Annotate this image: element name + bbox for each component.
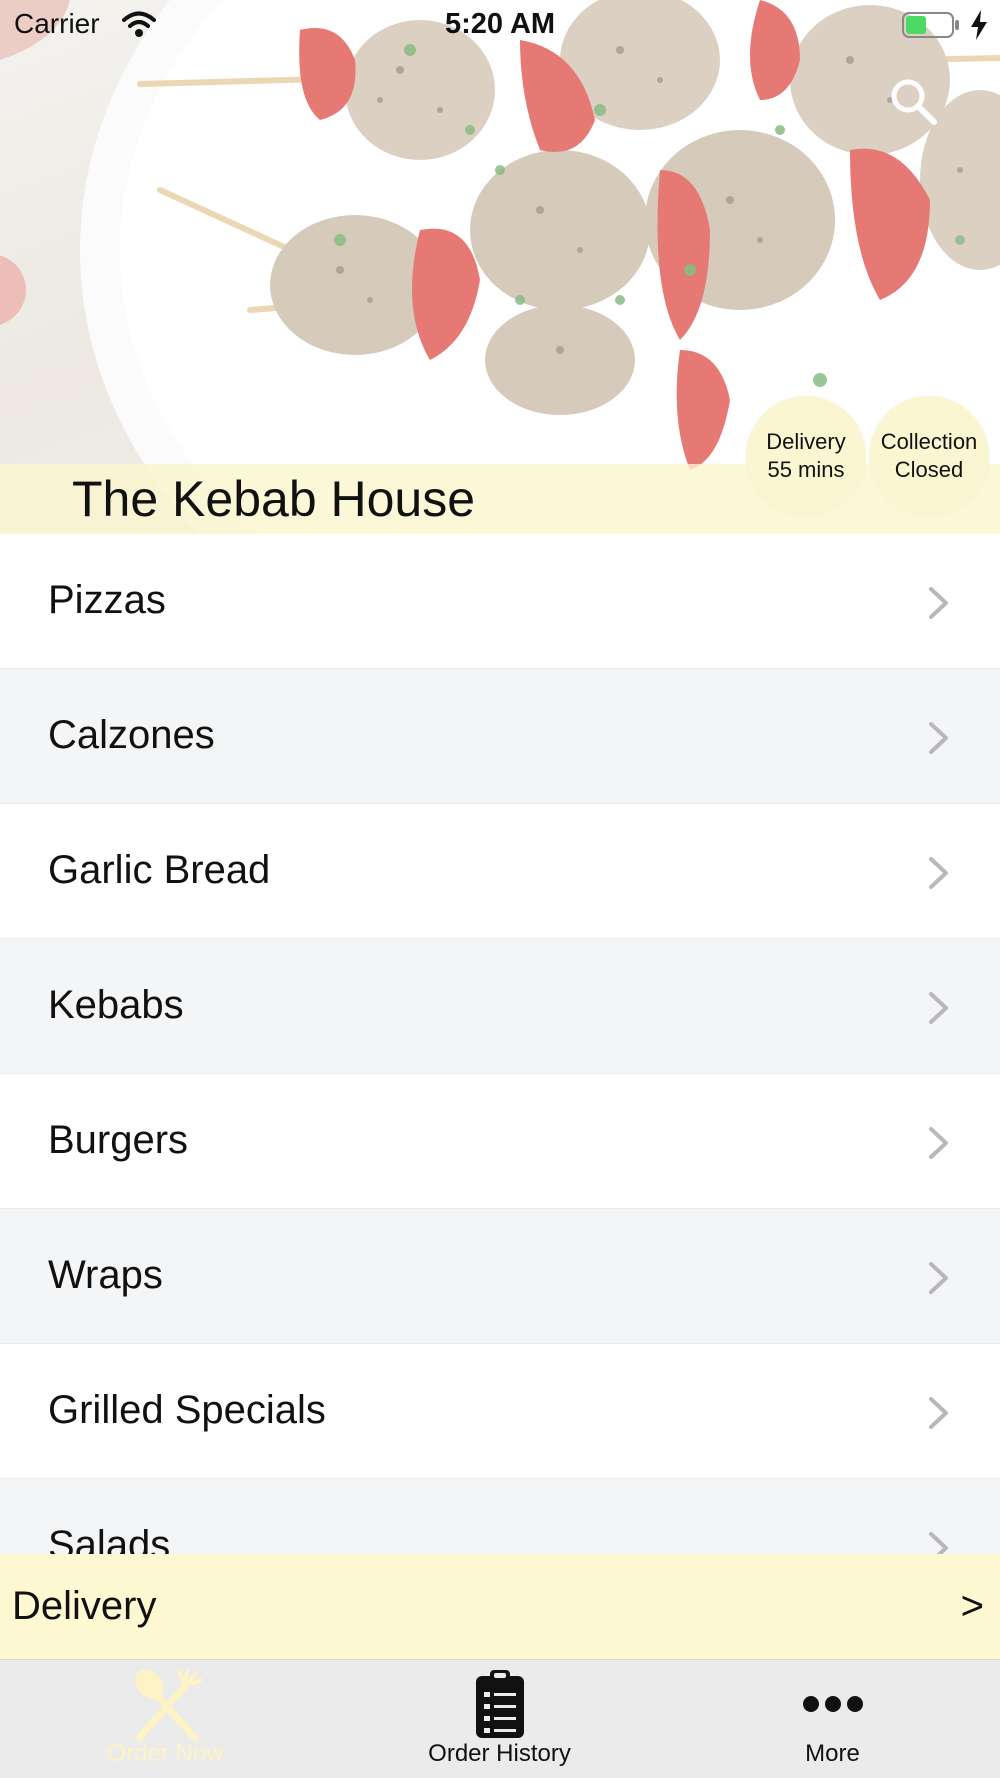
menu-row-label: Wraps (48, 1253, 163, 1297)
delivery-badge-title: Delivery (766, 429, 846, 454)
menu-row-burgers[interactable]: Burgers (0, 1074, 1000, 1209)
tab-label: Order History (428, 1740, 571, 1767)
tab-more[interactable]: More (666, 1660, 999, 1778)
menu-row-label: Garlic Bread (48, 848, 271, 892)
menu-row-calzones[interactable]: Calzones (0, 669, 1000, 804)
restaurant-name: The Kebab House (72, 471, 476, 527)
status-time: 5:20 AM (444, 8, 556, 40)
chevron-right-icon (928, 1126, 950, 1165)
tab-label: Order Now (107, 1740, 224, 1767)
battery-icon (902, 11, 960, 44)
chevron-right-icon (928, 586, 950, 625)
menu-category-list[interactable]: Pizzas Calzones Garlic Bread Kebabs Burg… (0, 534, 1000, 1554)
fork-knife-icon (0, 1668, 333, 1744)
clipboard-icon (333, 1668, 666, 1740)
menu-row-label: Kebabs (48, 983, 184, 1027)
menu-row-label: Salads (48, 1523, 171, 1554)
delivery-time-badge: Delivery 55 mins (746, 396, 866, 516)
menu-row-label: Pizzas (48, 578, 166, 622)
menu-row-garlic-bread[interactable]: Garlic Bread (0, 804, 1000, 939)
chevron-right-icon (928, 1531, 950, 1554)
tab-order-history[interactable]: Order History (333, 1660, 666, 1778)
chevron-right-icon (928, 856, 950, 895)
chevron-right-icon (928, 1261, 950, 1300)
more-dots-icon (666, 1668, 999, 1740)
menu-row-grilled-specials[interactable]: Grilled Specials (0, 1344, 1000, 1479)
menu-row-pizzas[interactable]: Pizzas (0, 534, 1000, 669)
delivery-mode-label: Delivery (12, 1584, 157, 1628)
menu-row-label: Grilled Specials (48, 1388, 326, 1432)
hero-banner: Carrier 5:20 AM The Kebab House Delivery… (0, 0, 1000, 534)
charging-icon (970, 10, 988, 45)
menu-row-kebabs[interactable]: Kebabs (0, 939, 1000, 1074)
menu-row-label: Calzones (48, 713, 215, 757)
collection-badge-title: Collection (880, 429, 978, 454)
delivery-badge-value: 55 mins (767, 457, 845, 482)
delivery-mode-bar[interactable]: Delivery > (0, 1554, 1000, 1659)
status-bar: Carrier 5:20 AM (0, 0, 1000, 52)
tab-bar: Order Now Order History More (0, 1659, 1000, 1778)
tab-label: More (805, 1740, 860, 1767)
menu-row-wraps[interactable]: Wraps (0, 1209, 1000, 1344)
chevron-right-icon (928, 1396, 950, 1435)
collection-badge-value: Closed (894, 457, 964, 482)
search-button[interactable] (888, 76, 940, 128)
search-icon (888, 79, 940, 132)
menu-row-salads[interactable]: Salads (0, 1479, 1000, 1554)
collection-status-badge: Collection Closed (869, 396, 989, 516)
chevron-right-icon (928, 991, 950, 1030)
delivery-arrow-icon: > (960, 1584, 984, 1628)
chevron-right-icon (928, 721, 950, 760)
tab-order-now[interactable]: Order Now (0, 1660, 333, 1778)
menu-row-label: Burgers (48, 1118, 189, 1162)
